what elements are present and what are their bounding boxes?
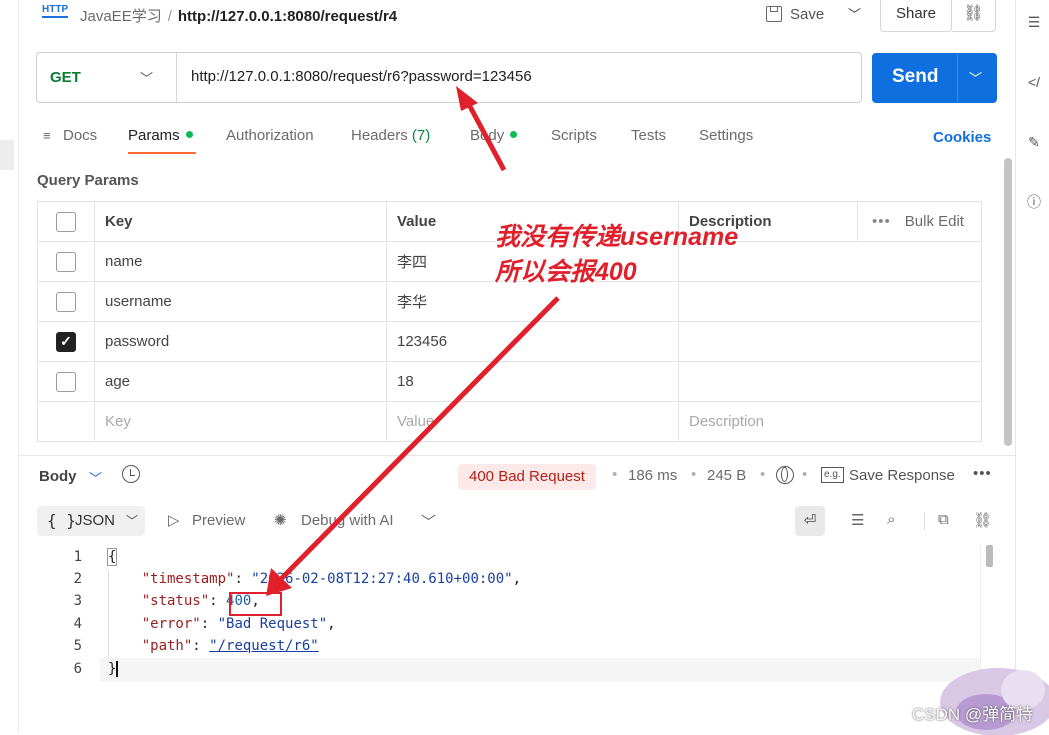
annotation-arrows <box>266 86 560 596</box>
annotation-text-line2: 所以会报400 <box>495 258 637 286</box>
annotation-text-line1: 我没有传递username <box>495 223 739 251</box>
csdn-watermark: CSDN @弹简特 <box>912 705 1034 724</box>
arrow-to-url <box>463 97 507 172</box>
arrow-head-url <box>456 86 478 111</box>
arrow-to-status <box>278 296 560 582</box>
status-highlight-box <box>229 592 282 616</box>
